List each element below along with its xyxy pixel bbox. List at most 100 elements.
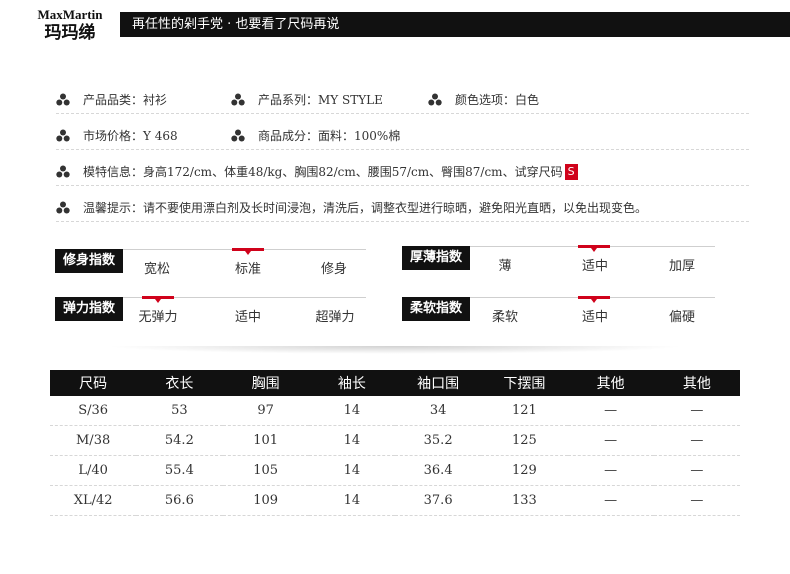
fit-option-loose: 宽松: [143, 262, 170, 277]
col-header: 下摆围: [481, 370, 568, 396]
table-cell: 55.4: [136, 455, 223, 486]
category-value: 衬衫: [143, 93, 168, 107]
table-cell: 14: [308, 425, 395, 456]
table-cell: L/40: [50, 455, 137, 486]
thickness-option-thin: 薄: [498, 259, 512, 274]
col-header: 袖口围: [395, 370, 482, 396]
material-label: 商品成分：: [258, 129, 319, 143]
tips-label: 温馨提示：: [83, 201, 144, 215]
club-icon: [428, 93, 442, 107]
col-header: 尺码: [50, 370, 137, 396]
stretch-option-none: 无弹力: [138, 310, 178, 325]
info-row-2: 市场价格： Y 468 商品成分： 面料：100%棉: [56, 124, 749, 150]
fit-index-marker: [232, 248, 264, 255]
table-cell: 121: [481, 396, 568, 426]
table-cell: 109: [222, 485, 309, 516]
softness-option-soft: 柔软: [491, 310, 518, 325]
table-cell: —: [653, 396, 740, 426]
stretch-index-label: 弹力指数: [55, 297, 123, 321]
info-series: 产品系列： MY STYLE: [231, 88, 383, 112]
table-cell: 54.2: [136, 425, 223, 456]
table-cell: —: [567, 455, 654, 486]
table-row: L/40 55.4 105 14 36.4 129 — —: [50, 455, 740, 486]
info-model: 模特信息： 身高172/cm、体重48/kg、胸围82/cm、腰围57/cm、臀围…: [56, 160, 578, 184]
softness-index-label: 柔软指数: [402, 297, 470, 321]
club-icon: [56, 165, 70, 179]
series-label: 产品系列：: [258, 93, 319, 107]
size-table: 尺码 衣长 胸围 袖长 袖口围 下摆围 其他 其他 S/36 53 97 14 …: [50, 370, 740, 516]
fit-option-standard: 标准: [234, 262, 261, 277]
table-cell: 129: [481, 455, 568, 486]
table-cell: 14: [308, 485, 395, 516]
thickness-index-marker: [578, 245, 610, 252]
table-cell: M/38: [50, 425, 137, 456]
header-slogan: 再任性的剁手党 · 也要看了尺码再说: [132, 17, 340, 32]
table-cell: 34: [395, 396, 482, 426]
table-cell: 105: [222, 455, 309, 486]
stretch-index-marker: [142, 296, 174, 303]
table-cell: 36.4: [395, 455, 482, 486]
model-label: 模特信息：: [83, 165, 144, 179]
thickness-option-thick: 加厚: [668, 259, 695, 274]
table-cell: XL/42: [50, 485, 137, 516]
table-cell: 53: [136, 396, 223, 426]
table-cell: 35.2: [395, 425, 482, 456]
tips-value: 请不要使用漂白剂及长时间浸泡，清洗后，调整衣型进行晾晒，避免阳光直晒，以免出现变…: [143, 201, 648, 215]
size-table-header: 尺码 衣长 胸围 袖长 袖口围 下摆围 其他 其他: [50, 370, 740, 396]
fit-index-label: 修身指数: [55, 249, 123, 273]
table-row: XL/42 56.6 109 14 37.6 133 — —: [50, 485, 740, 516]
model-size-badge: S: [564, 164, 578, 180]
table-cell: —: [567, 396, 654, 426]
info-price: 市场价格： Y 468: [56, 124, 178, 148]
info-color: 颜色选项： 白色: [428, 88, 539, 112]
brand-name-cn: 玛玛绨: [44, 23, 96, 43]
softness-option-hard: 偏硬: [668, 310, 695, 325]
table-cell: 125: [481, 425, 568, 456]
material-value: 面料：100%棉: [318, 129, 401, 143]
stretch-option-medium: 适中: [234, 310, 261, 325]
club-icon: [56, 201, 70, 215]
table-cell: 133: [481, 485, 568, 516]
club-icon: [231, 129, 245, 143]
club-icon: [56, 93, 70, 107]
color-value: 白色: [515, 93, 540, 107]
table-cell: 101: [222, 425, 309, 456]
fit-option-slim: 修身: [320, 262, 347, 277]
stretch-option-super: 超弹力: [315, 310, 355, 325]
col-header: 袖长: [308, 370, 395, 396]
col-header: 其他: [567, 370, 654, 396]
info-row-3: 模特信息： 身高172/cm、体重48/kg、胸围82/cm、腰围57/cm、臀围…: [56, 160, 749, 186]
table-cell: 14: [308, 396, 395, 426]
series-value: MY STYLE: [318, 93, 383, 107]
table-cell: 14: [308, 455, 395, 486]
col-header: 胸围: [222, 370, 309, 396]
table-cell: —: [653, 425, 740, 456]
table-cell: —: [653, 455, 740, 486]
col-header: 其他: [653, 370, 740, 396]
brand-name-en: MaxMartin: [37, 7, 103, 22]
info-material: 商品成分： 面料：100%棉: [231, 124, 400, 148]
price-value: Y 468: [143, 129, 178, 143]
table-cell: —: [653, 485, 740, 516]
table-cell: 56.6: [136, 485, 223, 516]
model-value: 身高172/cm、体重48/kg、胸围82/cm、腰围57/cm、臀围87/cm…: [143, 165, 563, 179]
thickness-option-medium: 适中: [581, 259, 608, 274]
price-label: 市场价格：: [83, 129, 144, 143]
header-slogan-bar: 再任性的剁手党 · 也要看了尺码再说: [120, 12, 790, 37]
softness-index-marker: [578, 296, 610, 303]
table-cell: 97: [222, 396, 309, 426]
club-icon: [231, 93, 245, 107]
category-label: 产品品类：: [83, 93, 144, 107]
section-divider: [105, 346, 685, 354]
table-row: M/38 54.2 101 14 35.2 125 — —: [50, 425, 740, 456]
info-row-4: 温馨提示： 请不要使用漂白剂及长时间浸泡，清洗后，调整衣型进行晾晒，避免阳光直晒，…: [56, 196, 749, 222]
table-cell: —: [567, 425, 654, 456]
softness-option-medium: 适中: [581, 310, 608, 325]
info-row-1: 产品品类： 衬衫 产品系列： MY STYLE 颜色选项： 白色: [56, 88, 749, 114]
table-row: S/36 53 97 14 34 121 — —: [50, 396, 740, 426]
table-cell: S/36: [50, 396, 137, 426]
col-header: 衣长: [136, 370, 223, 396]
club-icon: [56, 129, 70, 143]
table-cell: —: [567, 485, 654, 516]
color-label: 颜色选项：: [455, 93, 516, 107]
